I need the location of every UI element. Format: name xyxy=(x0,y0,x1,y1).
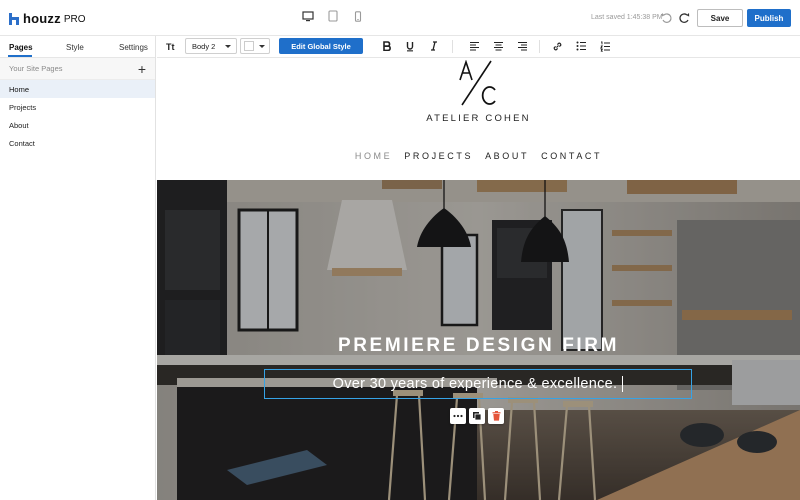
align-left-icon[interactable] xyxy=(468,40,480,52)
nav-link-projects[interactable]: PROJECTS xyxy=(404,151,473,161)
align-center-icon[interactable] xyxy=(492,40,504,52)
tablet-icon[interactable] xyxy=(327,9,339,23)
sidebar-item-home[interactable]: Home xyxy=(0,80,155,98)
nav-link-contact[interactable]: CONTACT xyxy=(541,151,602,161)
delete-icon[interactable] xyxy=(488,408,504,424)
sidebar-item-label: Contact xyxy=(9,138,35,148)
bold-icon[interactable] xyxy=(381,40,393,52)
numbered-list-icon[interactable] xyxy=(599,40,611,52)
chevron-down-icon xyxy=(259,45,265,48)
brand-name: houzz xyxy=(23,11,61,26)
sidebar-item-label: Home xyxy=(9,84,30,94)
site-navigation: HOME PROJECTS ABOUT CONTACT xyxy=(157,151,800,161)
color-swatch xyxy=(244,41,254,51)
mobile-icon[interactable] xyxy=(352,9,364,23)
sidebar-item-contact[interactable]: Contact xyxy=(0,134,155,152)
text-color-dropdown[interactable] xyxy=(240,38,270,54)
publish-button[interactable]: Publish xyxy=(747,9,791,27)
tab-pages[interactable]: Pages xyxy=(9,43,33,52)
tab-settings[interactable]: Settings xyxy=(119,43,148,52)
hero-section[interactable]: PREMIERE DESIGN FIRM Over 30 years of ex… xyxy=(157,180,800,500)
desktop-icon[interactable] xyxy=(302,9,314,23)
site-name: ATELIER COHEN xyxy=(426,113,531,124)
text-cursor xyxy=(622,376,624,392)
save-button[interactable]: Save xyxy=(697,9,743,27)
undo-icon[interactable] xyxy=(660,11,674,25)
sidebar-item-about[interactable]: About xyxy=(0,116,155,134)
link-icon[interactable] xyxy=(551,40,563,52)
site-pages-title: Your Site Pages xyxy=(9,64,63,73)
left-sidebar: Pages Style Settings Your Site Pages + H… xyxy=(0,36,156,500)
site-preview-canvas: ATELIER COHEN HOME PROJECTS ABOUT CONTAC… xyxy=(157,58,800,500)
add-page-icon[interactable]: + xyxy=(138,62,146,76)
brand-product: PRO xyxy=(63,13,86,25)
site-pages-header: Your Site Pages + xyxy=(0,58,155,80)
site-logo[interactable] xyxy=(452,59,504,106)
last-saved-status: Last saved 1:45:38 PM xyxy=(591,14,663,21)
text-style-value: Body 2 xyxy=(192,41,216,51)
chevron-down-icon xyxy=(225,45,231,48)
italic-icon[interactable] xyxy=(428,40,440,52)
top-bar: houzz PRO Last saved 1:45:38 PM Save Pub… xyxy=(0,0,800,36)
hero-subtitle-selection[interactable]: Over 30 years of experience & excellence… xyxy=(264,369,692,399)
toolbar-divider xyxy=(539,40,540,53)
redo-icon[interactable] xyxy=(677,11,691,25)
toolbar-divider xyxy=(452,40,453,53)
block-actions xyxy=(450,408,504,424)
houzz-logo-icon xyxy=(9,12,19,25)
sidebar-tabs: Pages Style Settings xyxy=(0,36,155,58)
sidebar-item-projects[interactable]: Projects xyxy=(0,98,155,116)
hero-title[interactable]: PREMIERE DESIGN FIRM xyxy=(157,335,800,357)
duplicate-icon[interactable] xyxy=(469,408,485,424)
sidebar-item-label: Projects xyxy=(9,102,37,112)
edit-global-style-button[interactable]: Edit Global Style xyxy=(279,38,363,54)
align-right-icon[interactable] xyxy=(516,40,528,52)
hero-subtitle[interactable]: Over 30 years of experience & excellence… xyxy=(333,376,618,392)
underline-icon[interactable] xyxy=(404,40,416,52)
text-format-toolbar: Tt Body 2 Edit Global Style xyxy=(157,36,800,58)
nav-link-about[interactable]: ABOUT xyxy=(485,151,529,161)
text-style-dropdown[interactable]: Body 2 xyxy=(185,38,237,54)
tab-style[interactable]: Style xyxy=(66,43,84,52)
device-preview-switcher xyxy=(302,9,364,23)
houzz-pro-logo[interactable]: houzz PRO xyxy=(9,11,86,26)
bullet-list-icon[interactable] xyxy=(575,40,587,52)
text-style-icon[interactable]: Tt xyxy=(166,42,175,52)
sidebar-item-label: About xyxy=(9,120,29,130)
more-icon[interactable] xyxy=(450,408,466,424)
active-tab-indicator xyxy=(8,55,32,57)
nav-link-home[interactable]: HOME xyxy=(355,151,392,161)
